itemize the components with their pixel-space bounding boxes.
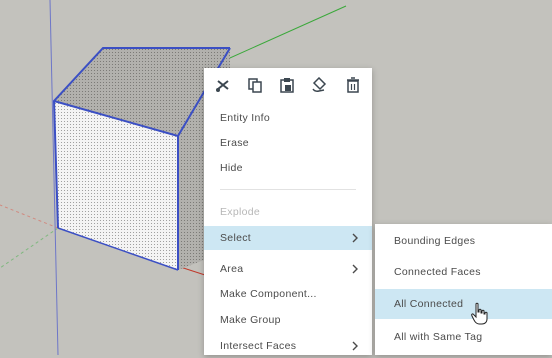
hand-pointer-icon <box>471 302 488 325</box>
context-toolbar <box>204 68 372 100</box>
menu-item-area[interactable]: Area <box>204 257 372 281</box>
submenu-item-label: All Connected <box>394 298 464 310</box>
paint-bucket-icon[interactable] <box>308 74 330 96</box>
menu-item-label: Make Group <box>220 314 281 326</box>
chevron-right-icon <box>352 233 358 243</box>
cut-icon[interactable] <box>212 74 234 96</box>
menu-item-intersect-faces[interactable]: Intersect Faces <box>204 334 372 358</box>
paste-icon[interactable] <box>276 74 298 96</box>
copy-icon[interactable] <box>244 74 266 96</box>
menu-item-label: Entity Info <box>220 112 270 124</box>
menu-item-erase[interactable]: Erase <box>204 131 372 155</box>
menu-separator <box>220 189 356 190</box>
menu-item-make-group[interactable]: Make Group <box>204 308 372 332</box>
select-submenu: Bounding Edges Connected Faces All Conne… <box>375 224 552 355</box>
menu-item-label: Erase <box>220 137 249 149</box>
menu-item-label: Make Component... <box>220 288 317 300</box>
menu-item-explode: Explode <box>204 200 372 224</box>
delete-icon[interactable] <box>342 74 364 96</box>
chevron-right-icon <box>352 264 358 274</box>
menu-item-label: Intersect Faces <box>220 340 297 352</box>
submenu-item-connected-faces[interactable]: Connected Faces <box>375 257 552 287</box>
menu-item-select[interactable]: Select <box>204 226 372 250</box>
submenu-item-all-with-same-tag[interactable]: All with Same Tag <box>375 322 552 352</box>
submenu-item-label: Bounding Edges <box>394 235 476 247</box>
menu-item-label: Explode <box>220 206 261 218</box>
menu-item-label: Area <box>220 263 244 275</box>
red-axis-dashed <box>0 204 59 229</box>
submenu-item-all-connected[interactable]: All Connected <box>375 289 552 319</box>
submenu-item-label: Connected Faces <box>394 266 481 278</box>
menu-item-entity-info[interactable]: Entity Info <box>204 106 372 130</box>
menu-item-label: Select <box>220 232 251 244</box>
menu-item-label: Hide <box>220 162 243 174</box>
menu-item-make-component[interactable]: Make Component... <box>204 282 372 306</box>
context-menu: Entity Info Erase Hide Explode Select Ar… <box>204 68 372 355</box>
menu-item-hide[interactable]: Hide <box>204 156 372 180</box>
green-axis <box>211 5 347 67</box>
submenu-item-bounding-edges[interactable]: Bounding Edges <box>375 226 552 256</box>
chevron-right-icon <box>352 341 358 351</box>
green-axis-dashed <box>0 227 59 269</box>
submenu-item-label: All with Same Tag <box>394 331 483 343</box>
